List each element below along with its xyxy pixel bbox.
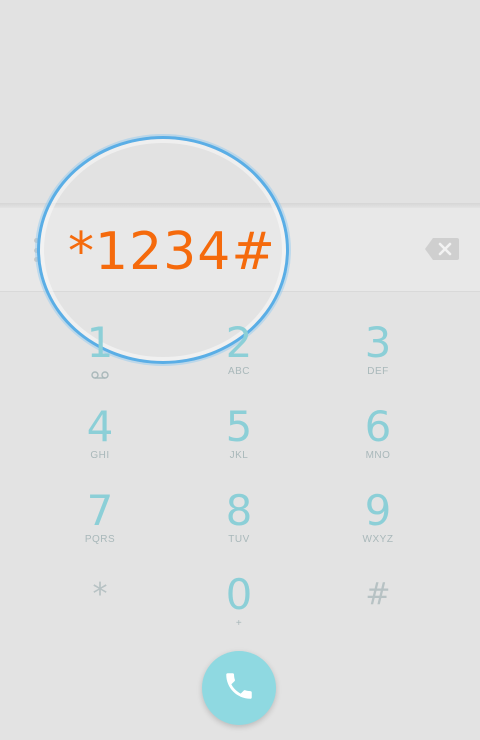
key-digit: 6 (364, 402, 392, 451)
voicemail-icon (91, 367, 109, 385)
key-9[interactable]: 9 WXYZ (318, 468, 438, 548)
key-digit: 9 (364, 486, 392, 535)
key-star[interactable]: * (40, 552, 160, 632)
key-letters: TUV (228, 534, 250, 545)
call-button[interactable] (202, 651, 276, 725)
overflow-menu-icon[interactable] (32, 238, 40, 262)
key-letters: PQRS (84, 534, 116, 545)
key-pound[interactable]: # (318, 552, 438, 632)
key-digit: 5 (225, 402, 253, 451)
key-6[interactable]: 6 MNO (318, 384, 438, 464)
key-2[interactable]: 2 ABC (179, 300, 299, 380)
key-digit: 7 (86, 486, 114, 535)
dialed-digits[interactable]: *1234# (68, 222, 276, 282)
key-digit: * (92, 577, 108, 612)
key-digit: 3 (364, 318, 392, 367)
dialpad: 1 2 ABC 3 DEF 4 GHI 5 JKL 6 MNO 7 PQRS 8… (0, 300, 480, 640)
dialer-screen: *1234# 1 2 ABC 3 DEF 4 GHI 5 JKL 6 MNO 7… (0, 0, 480, 740)
key-4[interactable]: 4 GHI (40, 384, 160, 464)
key-letters: MNO (365, 450, 391, 461)
key-letters: WXYZ (362, 534, 394, 545)
key-digit: # (365, 577, 391, 612)
call-log-area (0, 0, 480, 205)
backspace-icon[interactable] (424, 236, 460, 262)
phone-icon (222, 669, 256, 708)
key-digit: 1 (86, 318, 114, 367)
key-letters: ABC (227, 366, 251, 377)
key-letters: + (235, 618, 243, 629)
key-3[interactable]: 3 DEF (318, 300, 438, 380)
key-7[interactable]: 7 PQRS (40, 468, 160, 548)
key-letters: DEF (367, 366, 389, 377)
key-1[interactable]: 1 (40, 300, 160, 380)
key-letters: JKL (229, 450, 249, 461)
key-letters: GHI (90, 450, 110, 461)
key-digit: 0 (225, 570, 253, 619)
key-8[interactable]: 8 TUV (179, 468, 299, 548)
key-digit: 4 (86, 402, 114, 451)
key-0[interactable]: 0 + (179, 552, 299, 632)
key-5[interactable]: 5 JKL (179, 384, 299, 464)
key-digit: 2 (225, 318, 253, 367)
key-digit: 8 (225, 486, 253, 535)
